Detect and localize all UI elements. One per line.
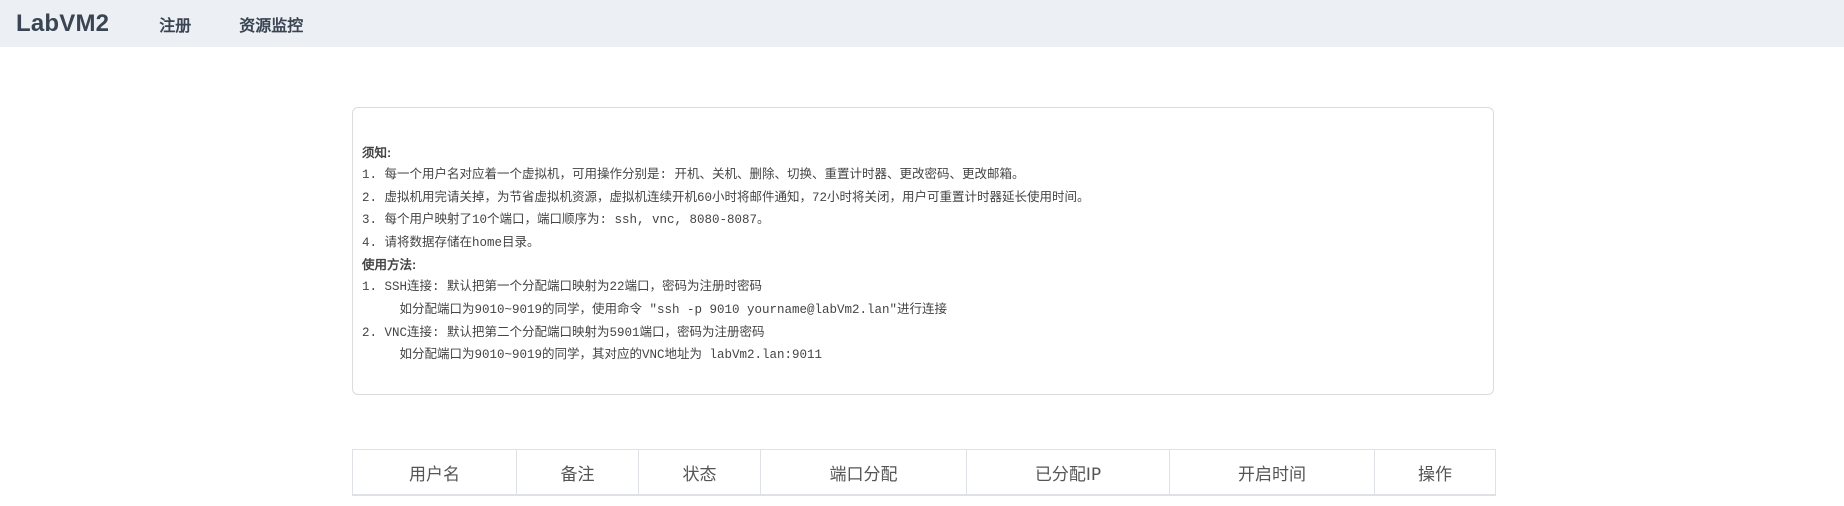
vm-users-table: 用户名 备注 状态 端口分配 已分配IP 开启时间 操作 — [352, 449, 1496, 496]
column-header-assigned-ip: 已分配IP — [966, 449, 1170, 496]
usage-item: 1. SSH连接: 默认把第一个分配端口映射为22端口，密码为注册时密码 — [362, 280, 763, 295]
nav-link-resource-monitor[interactable]: 资源监控 — [239, 12, 303, 36]
usage-heading: 使用方法: — [362, 258, 417, 273]
notice-item: 4. 请将数据存储在home目录。 — [362, 235, 540, 250]
usage-item: 如分配端口为9010~9019的同学，使用命令 "ssh -p 9010 you… — [362, 302, 948, 317]
nav-link-register[interactable]: 注册 — [159, 12, 191, 36]
notice-item: 2. 虚拟机用完请关掉，为节省虚拟机资源，虚拟机连续开机60小时将邮件通知，72… — [362, 190, 1090, 205]
top-navbar: LabVM2 注册 资源监控 — [0, 0, 1844, 47]
notice-heading: 须知: — [362, 146, 392, 160]
column-header-username: 用户名 — [352, 449, 517, 496]
notice-item: 1. 每一个用户名对应着一个虚拟机，可用操作分别是: 开机、关机、删除、切换、重… — [362, 168, 1025, 182]
column-header-status: 状态 — [638, 449, 761, 496]
usage-item: 如分配端口为9010~9019的同学，其对应的VNC地址为 labVm2.lan… — [362, 348, 823, 363]
brand-logo[interactable]: LabVM2 — [16, 10, 109, 38]
notice-panel: 须知: 1. 每一个用户名对应着一个虚拟机，可用操作分别是: 开机、关机、删除、… — [352, 107, 1494, 395]
column-header-start-time: 开启时间 — [1169, 449, 1375, 496]
notice-item: 3. 每个用户映射了10个端口，端口顺序为: ssh, vnc, 8080-80… — [362, 213, 770, 228]
table-header-row: 用户名 备注 状态 端口分配 已分配IP 开启时间 操作 — [352, 449, 1496, 496]
usage-item: 2. VNC连接: 默认把第二个分配端口映射为5901端口，密码为注册密码 — [362, 325, 765, 340]
column-header-port-allocation: 端口分配 — [760, 449, 967, 496]
column-header-remark: 备注 — [516, 449, 639, 496]
column-header-actions: 操作 — [1374, 449, 1496, 496]
